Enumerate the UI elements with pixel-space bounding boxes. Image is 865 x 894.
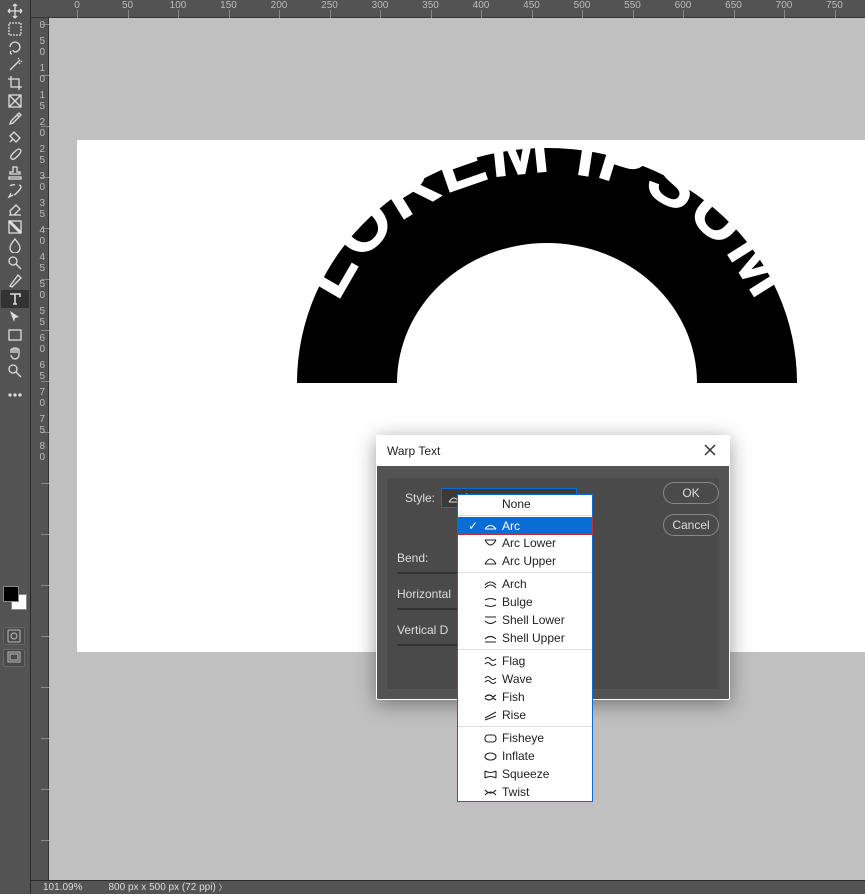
color-swatch[interactable] <box>3 586 27 610</box>
status-bar: 101.09% 800 px x 500 px (72 ppi) 〉 <box>31 880 865 894</box>
wave-icon <box>483 673 497 685</box>
zoom-tool[interactable] <box>1 362 29 380</box>
option-label: Flag <box>502 654 525 668</box>
style-option-wave[interactable]: Wave <box>458 670 592 688</box>
dialog-titlebar[interactable]: Warp Text <box>377 436 729 466</box>
style-label: Style: <box>397 491 441 505</box>
option-label: Arc Lower <box>502 536 556 550</box>
close-icon[interactable] <box>703 443 719 459</box>
bulge-icon <box>483 596 497 608</box>
zoom-readout[interactable]: 101.09% <box>43 882 82 893</box>
option-label: Arch <box>502 577 527 591</box>
foreground-color[interactable] <box>3 586 19 602</box>
fisheye-icon <box>483 732 497 744</box>
style-option-squeeze[interactable]: Squeeze <box>458 765 592 783</box>
arc-icon <box>483 520 497 532</box>
gradient-tool[interactable] <box>1 218 29 236</box>
type-tool[interactable] <box>1 290 29 308</box>
style-option-arc-upper[interactable]: Arc Upper <box>458 552 592 570</box>
history-brush-tool[interactable] <box>1 182 29 200</box>
inflate-icon <box>483 750 497 762</box>
frame-tool[interactable] <box>1 92 29 110</box>
eyedropper-tool[interactable] <box>1 110 29 128</box>
option-label: Wave <box>502 672 532 686</box>
option-label: Rise <box>502 708 526 722</box>
style-option-flag[interactable]: Flag <box>458 652 592 670</box>
marquee-tool[interactable] <box>1 20 29 38</box>
screen-mode-button[interactable] <box>3 649 25 667</box>
rise-icon <box>483 709 497 721</box>
style-dropdown-list: None ✓ Arc Arc Lower Arc Upper Arch Bulge Shell… <box>457 494 593 802</box>
doc-info[interactable]: 800 px x 500 px (72 ppi) 〉 <box>108 882 226 893</box>
option-label: Arc Upper <box>502 554 556 568</box>
twist-icon <box>483 786 497 798</box>
style-option-arch[interactable]: Arch <box>458 575 592 593</box>
style-option-none[interactable]: None <box>458 495 592 513</box>
arclower-icon <box>483 537 497 549</box>
option-label: Shell Lower <box>502 613 565 627</box>
style-option-arc-lower[interactable]: Arc Lower <box>458 534 592 552</box>
dialog-title: Warp Text <box>387 444 440 458</box>
eraser-tool[interactable] <box>1 200 29 218</box>
tool-palette <box>0 0 31 894</box>
squeeze-icon <box>483 768 497 780</box>
style-option-inflate[interactable]: Inflate <box>458 747 592 765</box>
option-label: Fish <box>502 690 525 704</box>
rectangle-tool[interactable] <box>1 326 29 344</box>
option-label: Squeeze <box>502 767 549 781</box>
option-label: Fisheye <box>502 731 544 745</box>
style-option-fish[interactable]: Fish <box>458 688 592 706</box>
edit-toolbar-button[interactable] <box>1 386 29 404</box>
shelllower-icon <box>483 614 497 626</box>
option-label: Bulge <box>502 595 533 609</box>
check-icon: ✓ <box>468 519 478 533</box>
none-icon <box>483 498 497 510</box>
lasso-tool[interactable] <box>1 38 29 56</box>
path-select-tool[interactable] <box>1 308 29 326</box>
flag-icon <box>483 655 497 667</box>
blur-tool[interactable] <box>1 236 29 254</box>
arch-icon <box>483 578 497 590</box>
arcupper-icon <box>483 555 497 567</box>
fish-icon <box>483 691 497 703</box>
option-label: Inflate <box>502 749 535 763</box>
cancel-button[interactable]: Cancel <box>663 514 719 536</box>
option-label: Shell Upper <box>502 631 565 645</box>
style-option-rise[interactable]: Rise <box>458 706 592 724</box>
hand-tool[interactable] <box>1 344 29 362</box>
option-label: Twist <box>502 785 529 799</box>
warped-text-layer[interactable]: LOREM IPSUM <box>277 148 817 398</box>
style-option-fisheye[interactable]: Fisheye <box>458 729 592 747</box>
style-option-shell-upper[interactable]: Shell Upper <box>458 629 592 647</box>
clone-stamp-tool[interactable] <box>1 164 29 182</box>
shellupper-icon <box>483 632 497 644</box>
option-label: Arc <box>502 519 520 533</box>
move-tool[interactable] <box>1 2 29 20</box>
option-label: None <box>502 497 531 511</box>
style-option-twist[interactable]: Twist <box>458 783 592 801</box>
magic-wand-tool[interactable] <box>1 56 29 74</box>
brush-tool[interactable] <box>1 146 29 164</box>
style-option-arc[interactable]: ✓ Arc <box>457 517 593 535</box>
style-option-shell-lower[interactable]: Shell Lower <box>458 611 592 629</box>
ok-button[interactable]: OK <box>663 482 719 504</box>
healing-brush-tool[interactable] <box>1 128 29 146</box>
ruler-horizontal: 0501001502002503003504004505005506006507… <box>31 0 865 18</box>
pen-tool[interactable] <box>1 272 29 290</box>
crop-tool[interactable] <box>1 74 29 92</box>
style-option-bulge[interactable]: Bulge <box>458 593 592 611</box>
quick-mask-button[interactable] <box>3 627 25 645</box>
ruler-vertical: 050101520253035404550556065707580 <box>31 18 49 880</box>
dodge-tool[interactable] <box>1 254 29 272</box>
